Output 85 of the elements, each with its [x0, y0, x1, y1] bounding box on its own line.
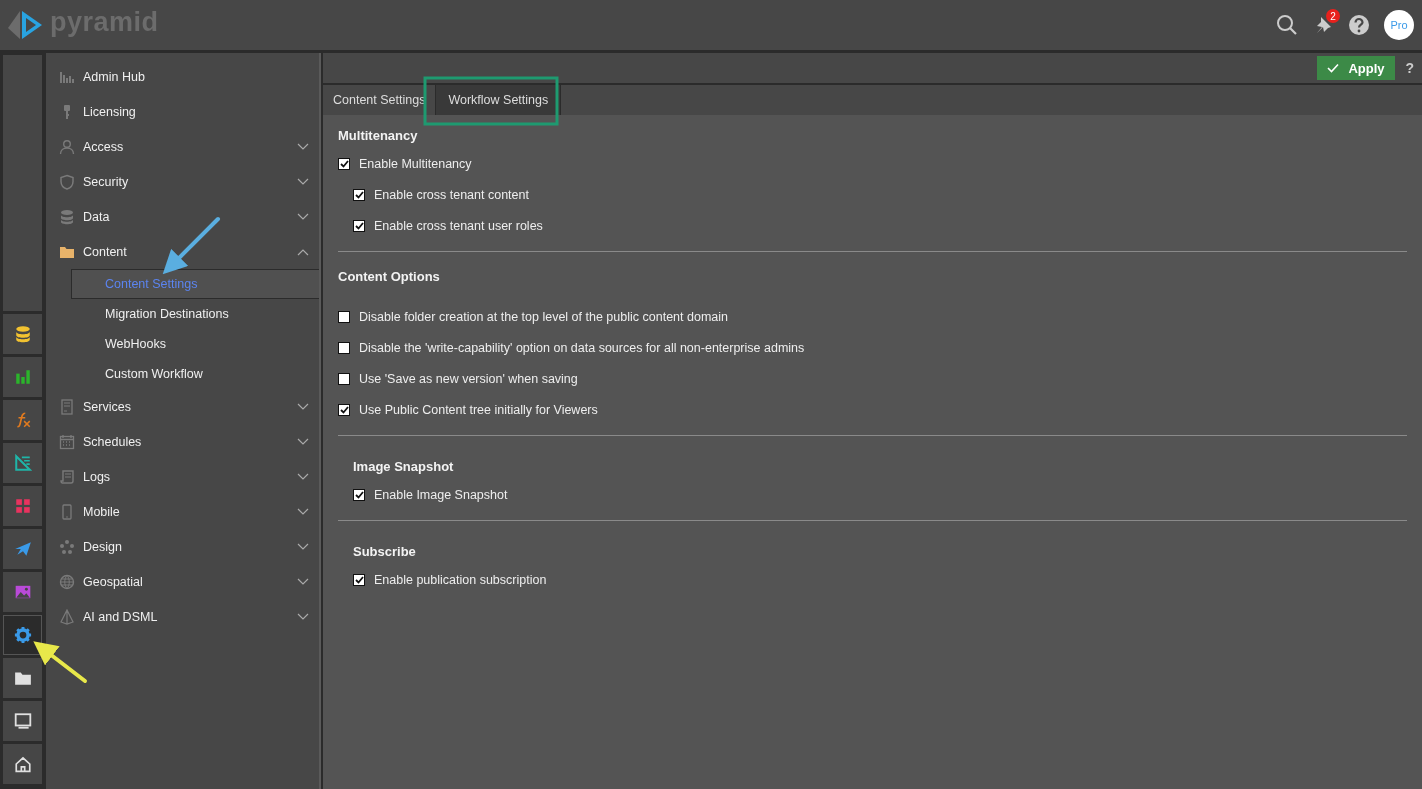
sidebar-label: Access	[83, 139, 125, 154]
image-icon	[13, 583, 32, 601]
scroll-icon	[59, 468, 75, 485]
chevron-icon[interactable]	[297, 402, 309, 411]
sidebar-label: Security	[83, 174, 130, 189]
dots-icon	[59, 538, 75, 555]
shield-icon	[59, 173, 75, 190]
chevron-icon[interactable]	[297, 247, 309, 256]
section-heading: Content Options	[338, 268, 441, 286]
sidebar-subitem[interactable]: Migration Destinations	[71, 299, 319, 329]
option-label: Enable cross tenant content	[374, 188, 529, 202]
grid-ruler-icon	[13, 454, 32, 472]
rail-button[interactable]	[3, 701, 42, 741]
document-icon	[59, 398, 75, 415]
section-heading: Image Snapshot	[353, 458, 455, 476]
checkbox[interactable]	[338, 342, 350, 354]
checkbox[interactable]	[353, 574, 365, 586]
chevron-icon[interactable]	[297, 212, 309, 221]
sidebar-label: Logs	[83, 469, 112, 484]
option-label: Enable Multitenancy	[359, 157, 472, 171]
rail-button[interactable]	[3, 658, 42, 698]
option-label: Use Public Content tree initially for Viewers	[359, 403, 598, 417]
sidebar-label: Schedules	[83, 434, 143, 449]
option-label: Enable Image Snapshot	[374, 488, 508, 502]
calendar-icon	[59, 433, 75, 450]
logo-icon	[6, 9, 44, 41]
chevron-icon[interactable]	[297, 542, 309, 551]
callout-arrow	[33, 641, 87, 683]
option-label: Use 'Save as new version' when saving	[359, 372, 578, 386]
apply-button[interactable]: Apply	[1317, 56, 1396, 80]
help-icon[interactable]	[1348, 14, 1370, 36]
checkbox[interactable]	[353, 189, 365, 201]
sidebar-label: Geospatial	[83, 574, 144, 589]
sidebar-label: Data	[83, 209, 111, 224]
checkbox[interactable]	[353, 489, 365, 501]
option-label: Enable publication subscription	[374, 573, 547, 587]
chevron-icon[interactable]	[297, 437, 309, 446]
phone-icon	[59, 503, 75, 520]
option-label: Disable the 'write-capability' option on data sources for all non-enterprise admins	[359, 341, 805, 355]
checkbox[interactable]	[353, 220, 365, 232]
section-heading: Multitenancy	[338, 127, 419, 145]
chevron-icon[interactable]	[297, 577, 309, 586]
home-icon	[13, 755, 32, 773]
rail-button[interactable]	[3, 314, 42, 354]
globe-icon	[59, 573, 75, 590]
sidebar-label: Content	[83, 244, 128, 259]
bar-chart-icon	[13, 368, 32, 386]
sidebar-label: Design	[83, 539, 123, 554]
database-icon	[13, 325, 32, 343]
tab[interactable]: Content Settings	[323, 85, 436, 115]
checkbox[interactable]	[338, 311, 350, 323]
chevron-icon[interactable]	[297, 612, 309, 621]
person-icon	[59, 138, 75, 155]
rail-button[interactable]	[3, 615, 42, 655]
settings-icon	[13, 626, 32, 644]
prism-icon	[59, 608, 75, 625]
folder-icon	[13, 669, 32, 687]
chevron-icon[interactable]	[297, 507, 309, 516]
paper-plane-icon	[13, 540, 32, 558]
callout-arrow	[162, 217, 220, 275]
sidebar-label: Admin Hub	[83, 69, 146, 84]
help-button[interactable]: ?	[1403, 60, 1416, 76]
sidebar-label: Services	[83, 399, 132, 414]
option-label: Enable cross tenant user roles	[374, 219, 543, 233]
chevron-icon[interactable]	[297, 177, 309, 186]
tab[interactable]: Workflow Settings	[435, 85, 562, 115]
sidebar-label: Licensing	[83, 104, 137, 119]
section-heading: Subscribe	[353, 543, 417, 561]
sidebar-label: AI and DSML	[83, 609, 159, 624]
search-icon[interactable]	[1276, 14, 1298, 36]
rail-button[interactable]	[3, 744, 42, 784]
tiles-icon	[13, 497, 32, 515]
sidebar-subitem[interactable]: WebHooks	[71, 329, 319, 359]
sidebar-subitem[interactable]: Custom Workflow	[71, 359, 319, 389]
checkbox[interactable]	[338, 404, 350, 416]
checkbox[interactable]	[338, 373, 350, 385]
notification-badge: 2	[1326, 9, 1340, 23]
database-icon	[59, 208, 75, 225]
monitor-icon	[13, 712, 32, 730]
chevron-icon[interactable]	[297, 472, 309, 481]
chevron-icon[interactable]	[297, 142, 309, 151]
sidebar-label: Mobile	[83, 504, 121, 519]
option-label: Disable folder creation at the top level of the public content domain	[359, 310, 728, 324]
checkmark-icon	[1327, 63, 1340, 73]
checkbox[interactable]	[338, 158, 350, 170]
